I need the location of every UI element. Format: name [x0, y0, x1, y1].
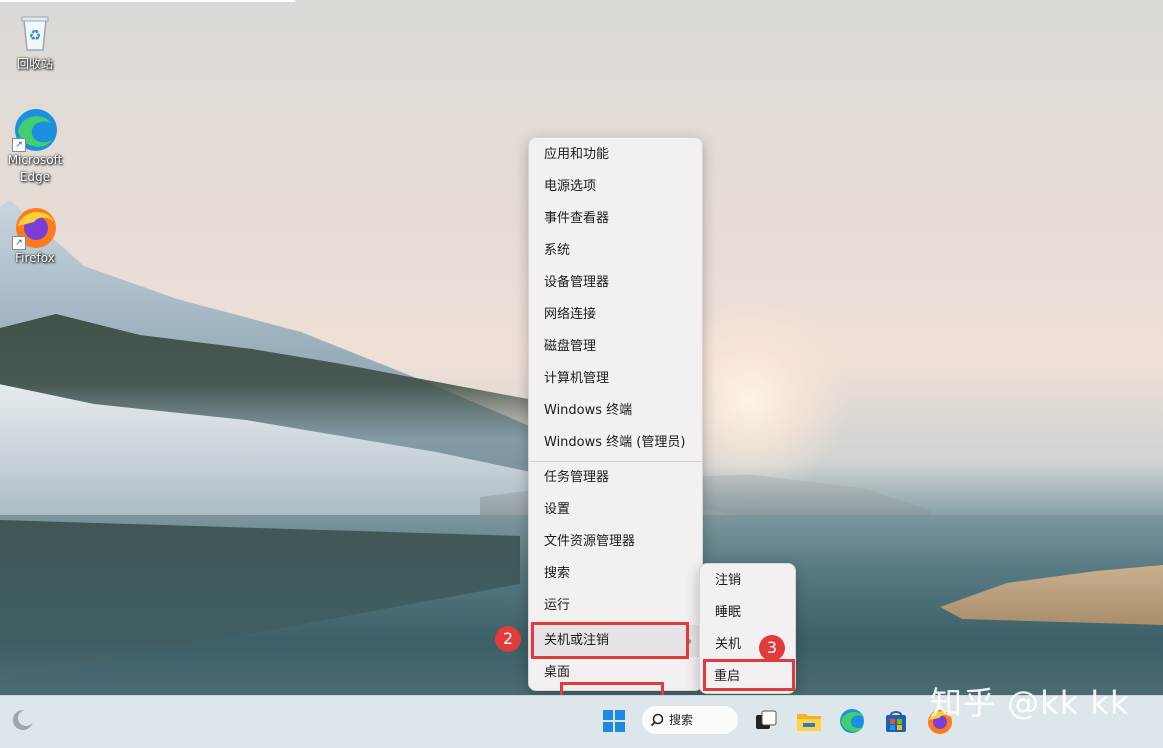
- task-view-button[interactable]: [750, 705, 782, 737]
- search-icon: [650, 713, 664, 727]
- edge-icon: ↗: [12, 106, 58, 152]
- shutdown-submenu: 注销 睡眠 关机 重启: [699, 563, 796, 694]
- edge-taskbar-button[interactable]: [836, 705, 868, 737]
- menu-item-disk-management[interactable]: 磁盘管理: [529, 331, 702, 363]
- menu-item-task-manager[interactable]: 任务管理器: [529, 462, 702, 494]
- menu-item-power-options[interactable]: 电源选项: [529, 171, 702, 203]
- firefox-icon: ↗: [12, 204, 58, 250]
- microsoft-store-icon: [886, 711, 906, 732]
- submenu-item-restart[interactable]: 重启: [700, 661, 795, 693]
- menu-item-network-connections[interactable]: 网络连接: [529, 299, 702, 331]
- submenu-item-signout[interactable]: 注销: [700, 565, 795, 597]
- taskbar-search-box[interactable]: 搜索: [641, 705, 739, 735]
- shortcut-arrow-icon: ↗: [12, 138, 26, 152]
- menu-item-computer-management[interactable]: 计算机管理: [529, 363, 702, 395]
- menu-item-run[interactable]: 运行: [529, 590, 702, 622]
- desktop-icon-label: Microsoft Edge: [7, 153, 63, 184]
- winx-context-menu: 应用和功能 电源选项 事件查看器 系统 设备管理器 网络连接 磁盘管理 计算机管…: [528, 137, 703, 691]
- menu-item-search[interactable]: 搜索: [529, 558, 702, 590]
- windows-logo-icon: [603, 710, 625, 732]
- store-taskbar-button[interactable]: [880, 705, 912, 737]
- menu-item-apps-features[interactable]: 应用和功能: [529, 139, 702, 171]
- menu-item-windows-terminal[interactable]: Windows 终端: [529, 395, 702, 427]
- menu-item-device-manager[interactable]: 设备管理器: [529, 267, 702, 299]
- annotation-badge-2: 2: [495, 626, 521, 652]
- start-button[interactable]: [598, 705, 630, 737]
- top-edge: [0, 0, 295, 2]
- shortcut-arrow-icon: ↗: [12, 236, 26, 250]
- recycle-bin-icon: ♻: [12, 10, 58, 56]
- task-view-icon: [756, 710, 777, 729]
- zhihu-watermark: 知乎 @kk kk: [930, 684, 1130, 722]
- menu-item-system[interactable]: 系统: [529, 235, 702, 267]
- edge-icon: [840, 709, 864, 733]
- menu-item-event-viewer[interactable]: 事件查看器: [529, 203, 702, 235]
- search-label: 搜索: [669, 713, 694, 727]
- desktop-icon-edge[interactable]: ↗ Microsoft Edge: [0, 106, 70, 186]
- menu-item-desktop[interactable]: 桌面: [529, 657, 702, 689]
- menu-item-windows-terminal-admin[interactable]: Windows 终端 (管理员): [529, 427, 702, 459]
- menu-item-label: 关机或注销: [544, 633, 610, 648]
- desktop-icon-firefox[interactable]: ↗ Firefox: [0, 204, 70, 267]
- desktop-icon-label: Firefox: [15, 251, 55, 265]
- folder-icon: [797, 714, 821, 731]
- menu-item-shutdown-signout[interactable]: 关机或注销 ›: [529, 625, 702, 657]
- submenu-item-sleep[interactable]: 睡眠: [700, 597, 795, 629]
- svg-text:♻: ♻: [29, 28, 42, 44]
- annotation-badge-3: 3: [759, 635, 785, 661]
- menu-item-file-explorer[interactable]: 文件资源管理器: [529, 526, 702, 558]
- desktop-icon-recycle-bin[interactable]: ♻ 回收站: [0, 10, 70, 73]
- desktop-icon-label: 回收站: [16, 57, 53, 71]
- chevron-right-icon: ›: [687, 634, 692, 648]
- weather-widget-icon[interactable]: [10, 707, 36, 733]
- file-explorer-taskbar-button[interactable]: [793, 705, 825, 737]
- menu-item-settings[interactable]: 设置: [529, 494, 702, 526]
